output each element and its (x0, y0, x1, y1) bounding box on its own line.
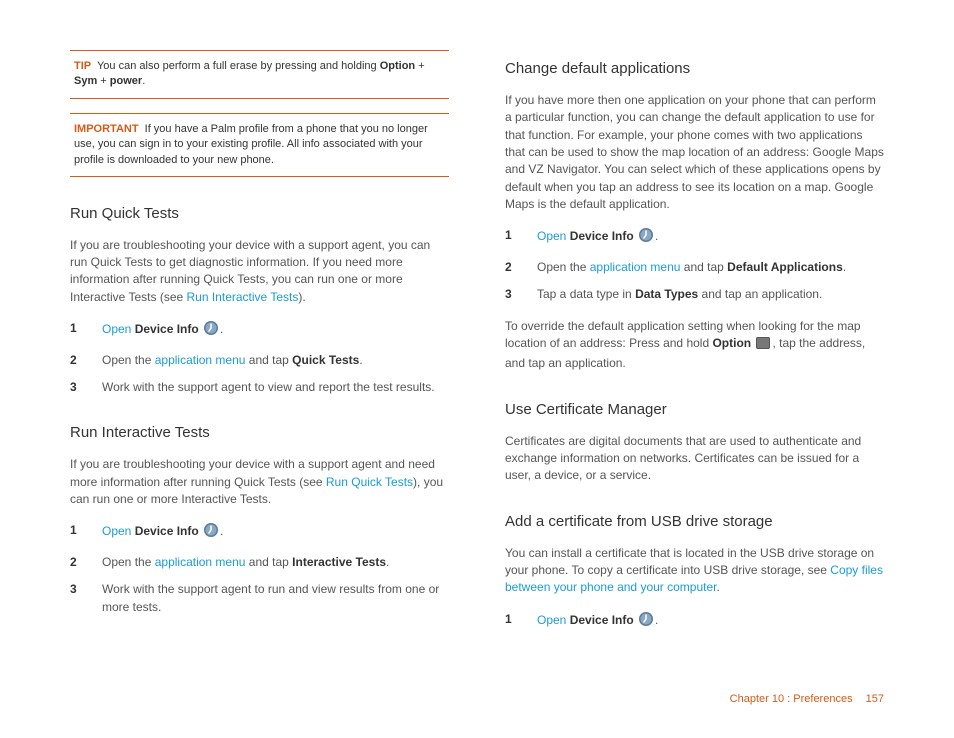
default-apps-intro: If you have more then one application on… (505, 92, 884, 214)
device-info-icon (203, 522, 219, 543)
add-cert-intro: You can install a certificate that is lo… (505, 545, 884, 597)
step: Open the application menu and tap Quick … (70, 352, 449, 369)
quick-tests-steps: Open Device Info . Open the application … (70, 320, 449, 396)
footer-page-number: 157 (866, 693, 884, 705)
default-apps-steps: Open Device Info . Open the application … (505, 227, 884, 303)
step: Open Device Info . (505, 227, 884, 248)
step: Open Device Info . (505, 611, 884, 632)
tip-text-a: You can also perform a full erase by pre… (97, 60, 380, 72)
right-column: Change default applications If you have … (505, 50, 884, 646)
step: Work with the support agent to run and v… (70, 581, 449, 616)
device-info-icon (638, 611, 654, 632)
heading-cert-manager: Use Certificate Manager (505, 399, 884, 421)
important-callout: IMPORTANT If you have a Palm profile fro… (70, 113, 449, 177)
link-run-interactive-tests[interactable]: Run Interactive Tests (187, 290, 299, 304)
link-open[interactable]: Open (102, 322, 131, 336)
quick-tests-intro: If you are troubleshooting your device w… (70, 237, 449, 307)
step: Open Device Info . (70, 522, 449, 543)
default-apps-override: To override the default application sett… (505, 318, 884, 373)
tip-power: power (110, 75, 142, 87)
link-run-quick-tests[interactable]: Run Quick Tests (326, 475, 413, 489)
tip-callout: TIP You can also perform a full erase by… (70, 50, 449, 99)
tip-label: TIP (74, 60, 91, 72)
cert-manager-intro: Certificates are digital documents that … (505, 433, 884, 485)
step: Open Device Info . (70, 320, 449, 341)
important-label: IMPORTANT (74, 123, 139, 135)
link-open[interactable]: Open (102, 524, 131, 538)
link-application-menu[interactable]: application menu (155, 353, 246, 367)
link-application-menu[interactable]: application menu (155, 555, 246, 569)
step: Tap a data type in Data Types and tap an… (505, 286, 884, 303)
tip-option: Option (380, 60, 415, 72)
device-info-icon (638, 227, 654, 248)
interactive-tests-steps: Open Device Info . Open the application … (70, 522, 449, 616)
interactive-tests-intro: If you are troubleshooting your device w… (70, 456, 449, 508)
option-key-icon (755, 336, 771, 355)
left-column: TIP You can also perform a full erase by… (70, 50, 449, 646)
step: Work with the support agent to view and … (70, 379, 449, 396)
add-cert-steps: Open Device Info . (505, 611, 884, 632)
heading-quick-tests: Run Quick Tests (70, 203, 449, 225)
link-application-menu[interactable]: application menu (590, 260, 681, 274)
heading-add-cert: Add a certificate from USB drive storage (505, 511, 884, 533)
page-footer: Chapter 10 : Preferences 157 (730, 692, 884, 708)
step: Open the application menu and tap Intera… (70, 554, 449, 571)
device-info-icon (203, 320, 219, 341)
tip-sym: Sym (74, 75, 97, 87)
heading-default-apps: Change default applications (505, 58, 884, 80)
footer-chapter: Chapter 10 : Preferences (730, 693, 853, 705)
heading-interactive-tests: Run Interactive Tests (70, 422, 449, 444)
step: Open the application menu and tap Defaul… (505, 259, 884, 276)
link-open[interactable]: Open (537, 229, 566, 243)
link-open[interactable]: Open (537, 613, 566, 627)
